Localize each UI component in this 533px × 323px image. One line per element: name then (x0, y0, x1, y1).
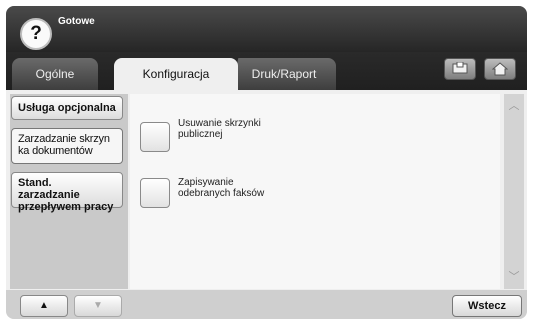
sidebar-item-optional-service[interactable]: Usługa opcjonalna (11, 96, 123, 120)
status-text: Gotowe (58, 16, 95, 27)
save-received-faxes-checkbox[interactable] (140, 178, 170, 208)
scroll-down-icon[interactable]: ﹀ (504, 267, 524, 287)
delete-public-box-label: Usuwanie skrzynki publicznej (178, 118, 261, 140)
scrollbar[interactable]: ︿ ﹀ (504, 94, 524, 289)
page-up-button[interactable]: ▲ (20, 295, 68, 317)
delete-public-box-checkbox[interactable] (140, 122, 170, 152)
help-button[interactable]: ? (20, 18, 52, 50)
sidebar-item-box-management[interactable]: Zarzadzanie skrzyn ka dokumentów (11, 128, 123, 164)
tab-configuration[interactable]: Konfiguracja (114, 58, 238, 92)
home-icon (492, 62, 508, 76)
tab-general[interactable]: Ogólne (12, 58, 98, 90)
save-received-faxes-label: Zapisywanie odebranych faksów (178, 177, 265, 199)
tab-print-report[interactable]: Druk/Raport (232, 58, 336, 90)
home-button[interactable] (484, 58, 516, 80)
device-panel: ? Gotowe Ogólne Druk/Raport Konfiguracja… (6, 6, 527, 319)
back-button[interactable]: Wstecz (452, 295, 522, 317)
scroll-up-icon[interactable]: ︿ (504, 96, 524, 116)
job-status-button[interactable] (444, 58, 476, 80)
page-down-button[interactable]: ▼ (74, 295, 122, 317)
tray-icon (452, 62, 468, 74)
screen: ? Gotowe Ogólne Druk/Raport Konfiguracja… (0, 0, 533, 323)
sidebar-item-workflow[interactable]: Stand. zarzadzanie przepływem pracy (11, 172, 123, 213)
